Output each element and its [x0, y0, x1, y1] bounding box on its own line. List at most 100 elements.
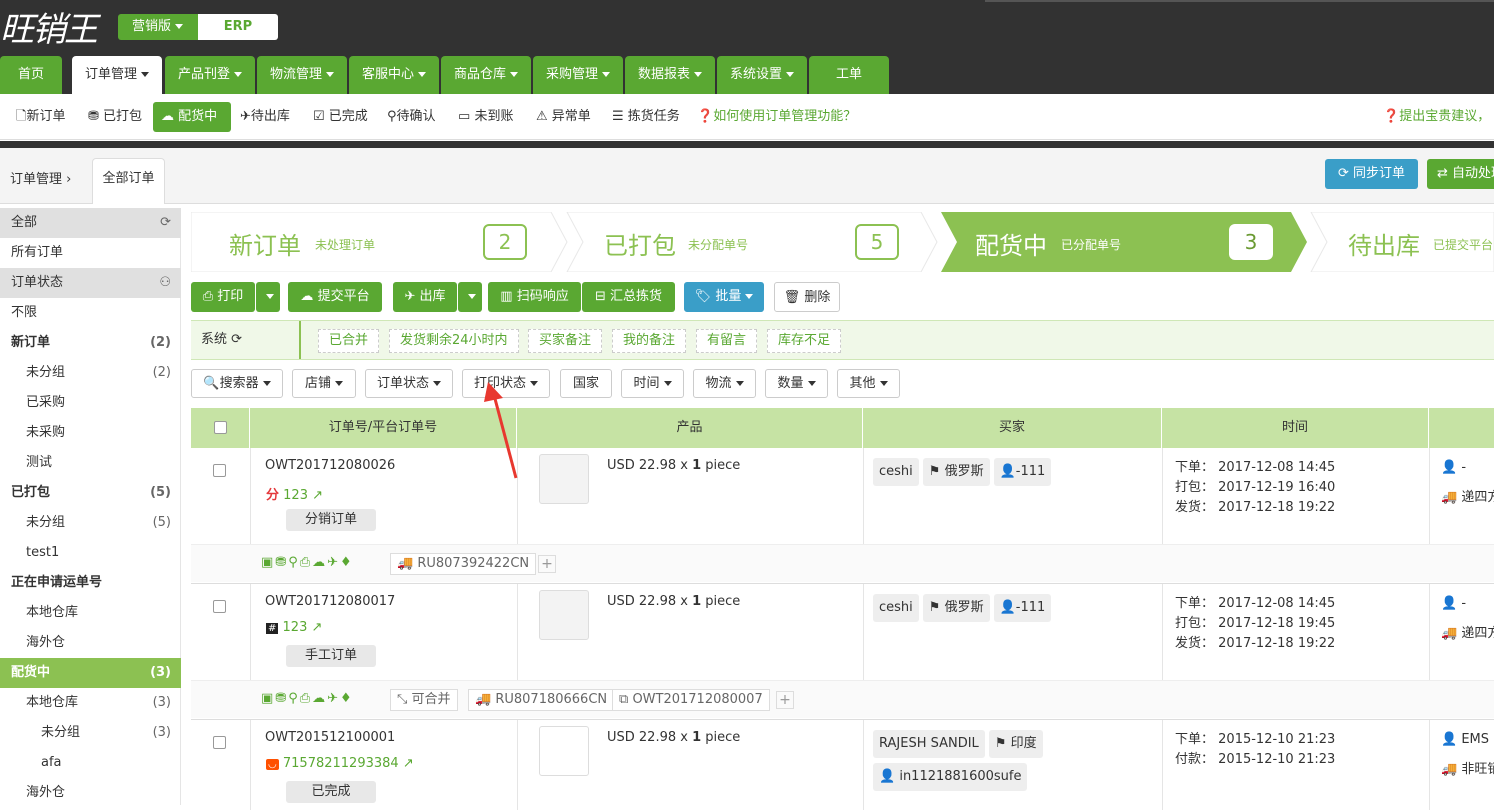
- ship-out-dropdown-button[interactable]: [458, 282, 482, 312]
- sitemap-icon[interactable]: ⚇: [159, 268, 171, 298]
- product-thumbnail[interactable]: [539, 590, 589, 640]
- nav-home[interactable]: 首页: [0, 56, 62, 94]
- sync-orders-button[interactable]: ⟳ 同步订单: [1325, 159, 1418, 189]
- logo[interactable]: 旺销王: [0, 2, 98, 50]
- platform-order-no[interactable]: 分 123 ↗: [266, 484, 323, 503]
- map-marker-icon[interactable]: ⚲: [288, 555, 300, 570]
- sidebar-item[interactable]: 不限: [0, 298, 181, 328]
- tracking-number[interactable]: 🚚 RU807180666CN: [468, 689, 615, 711]
- subnav-picking[interactable]: ☰ 拣货任务: [612, 102, 680, 132]
- other-dropdown[interactable]: 其他: [837, 369, 900, 398]
- print-icon[interactable]: ⎙: [300, 691, 312, 706]
- select-all-checkbox[interactable]: [213, 421, 227, 434]
- plane-icon[interactable]: ✈: [327, 691, 340, 706]
- nav-ticket[interactable]: 工单: [809, 56, 889, 94]
- cloud-icon[interactable]: ☁: [312, 555, 327, 570]
- print-icon[interactable]: ⎙: [300, 555, 312, 570]
- sidebar-item[interactable]: afa: [0, 748, 181, 778]
- refresh-icon[interactable]: ⟳: [160, 208, 171, 238]
- map-marker-icon[interactable]: ⚲: [288, 691, 300, 706]
- tag-my-note[interactable]: 我的备注: [612, 329, 687, 353]
- quantity-dropdown[interactable]: 数量: [765, 369, 828, 398]
- subnav-unpaid[interactable]: ▭ 未到账: [458, 102, 513, 132]
- nav-order-management[interactable]: 订单管理: [72, 56, 162, 94]
- subnav-new-orders[interactable]: 🗋新订单: [16, 102, 65, 132]
- drop-icon[interactable]: ♦: [340, 691, 354, 706]
- sidebar-item[interactable]: 海外仓: [0, 778, 181, 808]
- sidebar-item[interactable]: 未分组 (3): [0, 718, 181, 748]
- country-dropdown[interactable]: 国家: [560, 369, 612, 398]
- subnav-pending-confirm[interactable]: ⚲待确认: [387, 102, 436, 132]
- buyer-name[interactable]: ceshi: [873, 594, 919, 622]
- drop-icon[interactable]: ♦: [340, 555, 354, 570]
- sidebar-item[interactable]: 未分组 (5): [0, 508, 181, 538]
- subnav-packed[interactable]: ⛃ 已打包: [88, 102, 142, 132]
- print-button[interactable]: ⎙ 打印: [191, 282, 255, 312]
- erp-button[interactable]: ERP: [198, 14, 278, 40]
- print-dropdown-button[interactable]: [256, 282, 280, 312]
- money-icon[interactable]: ▣: [261, 691, 275, 706]
- collect-pick-button[interactable]: ⊟ 汇总拣货: [582, 282, 675, 312]
- breadcrumb-root[interactable]: 订单管理 ›: [10, 168, 71, 187]
- tag-ship-24h[interactable]: 发货剩余24小时内: [389, 329, 519, 353]
- suggest-link[interactable]: ❓提出宝贵建议，: [1383, 102, 1490, 132]
- sidebar-item[interactable]: 全部 ⟳: [0, 208, 181, 238]
- subnav-exception[interactable]: ⚠ 异常单: [536, 102, 591, 132]
- row-checkbox[interactable]: [213, 464, 226, 477]
- subnav-completed[interactable]: ☑ 已完成: [313, 102, 368, 132]
- order-id[interactable]: OWT201512100001: [265, 730, 395, 745]
- tag-low-stock[interactable]: 库存不足: [767, 329, 842, 353]
- related-order-chip[interactable]: ⧉ OWT201712080007: [612, 689, 770, 711]
- buyer-name[interactable]: RAJESH SANDIL: [873, 730, 985, 758]
- help-link[interactable]: ❓如何使用订单管理功能？: [697, 102, 856, 132]
- sidebar-item[interactable]: 所有订单: [0, 238, 181, 268]
- nav-logistics[interactable]: 物流管理: [257, 56, 347, 94]
- nav-product-listing[interactable]: 产品刊登: [165, 56, 255, 94]
- plane-icon[interactable]: ✈: [327, 555, 340, 570]
- gift-icon[interactable]: ⛃: [275, 555, 288, 570]
- subnav-pending-out[interactable]: ✈待出库: [240, 102, 290, 132]
- sidebar-item[interactable]: 订单状态 ⚇: [0, 268, 181, 298]
- scan-respond-button[interactable]: ▥ 扫码响应: [488, 282, 581, 312]
- sidebar-item[interactable]: 本地仓库 (3): [0, 688, 181, 718]
- sidebar-item[interactable]: 已采购: [0, 388, 181, 418]
- sidebar-item[interactable]: 海外仓: [0, 628, 181, 658]
- batch-button[interactable]: 🏷 批量: [684, 282, 764, 312]
- add-icon[interactable]: +: [538, 555, 556, 573]
- tag-message[interactable]: 有留言: [696, 329, 758, 353]
- add-icon[interactable]: +: [776, 691, 794, 709]
- sidebar-item[interactable]: 本地仓库: [0, 598, 181, 628]
- sidebar-item[interactable]: 新订单 (2): [0, 328, 181, 358]
- time-dropdown[interactable]: 时间: [621, 369, 684, 398]
- nav-reports[interactable]: 数据报表: [625, 56, 715, 94]
- tab-all-orders[interactable]: 全部订单: [92, 158, 165, 204]
- delete-button[interactable]: 🗑 删除: [774, 282, 840, 312]
- nav-warehouse[interactable]: 商品仓库: [441, 56, 531, 94]
- subnav-allocating[interactable]: ☁ 配货中: [153, 102, 231, 132]
- product-thumbnail[interactable]: [539, 454, 589, 504]
- system-filter[interactable]: 系统 ⟳: [191, 321, 301, 359]
- mergeable-chip[interactable]: ⤡ 可合并: [390, 689, 458, 711]
- platform-order-no[interactable]: # 123 ↗: [266, 620, 322, 635]
- platform-order-no[interactable]: ◡ 71578211293384 ↗: [266, 756, 414, 771]
- sidebar-item[interactable]: 配货中 (3): [0, 658, 181, 688]
- nav-customer-service[interactable]: 客服中心: [349, 56, 439, 94]
- gift-icon[interactable]: ⛃: [275, 691, 288, 706]
- sidebar-item[interactable]: 测试: [0, 448, 181, 478]
- submit-platform-button[interactable]: ☁ 提交平台: [288, 282, 382, 312]
- cloud-icon[interactable]: ☁: [312, 691, 327, 706]
- order-id[interactable]: OWT201712080017: [265, 594, 395, 609]
- sidebar-item[interactable]: 正在申请运单号: [0, 568, 181, 598]
- sidebar-item[interactable]: 已打包 (5): [0, 478, 181, 508]
- buyer-name[interactable]: ceshi: [873, 458, 919, 486]
- step-allocating[interactable]: 配货中 已分配单号 3: [941, 212, 1311, 272]
- row-checkbox[interactable]: [213, 736, 226, 749]
- money-icon[interactable]: ▣: [261, 555, 275, 570]
- searcher-dropdown[interactable]: 🔍搜索器: [191, 369, 283, 398]
- logistics-dropdown[interactable]: 物流: [693, 369, 756, 398]
- ship-out-button[interactable]: ✈ 出库: [393, 282, 457, 312]
- sidebar-item[interactable]: 未采购: [0, 418, 181, 448]
- mode-select[interactable]: 营销版: [118, 14, 198, 40]
- step-pending-out[interactable]: 待出库 已提交平台: [1311, 212, 1494, 272]
- sidebar-item[interactable]: test1: [0, 538, 181, 568]
